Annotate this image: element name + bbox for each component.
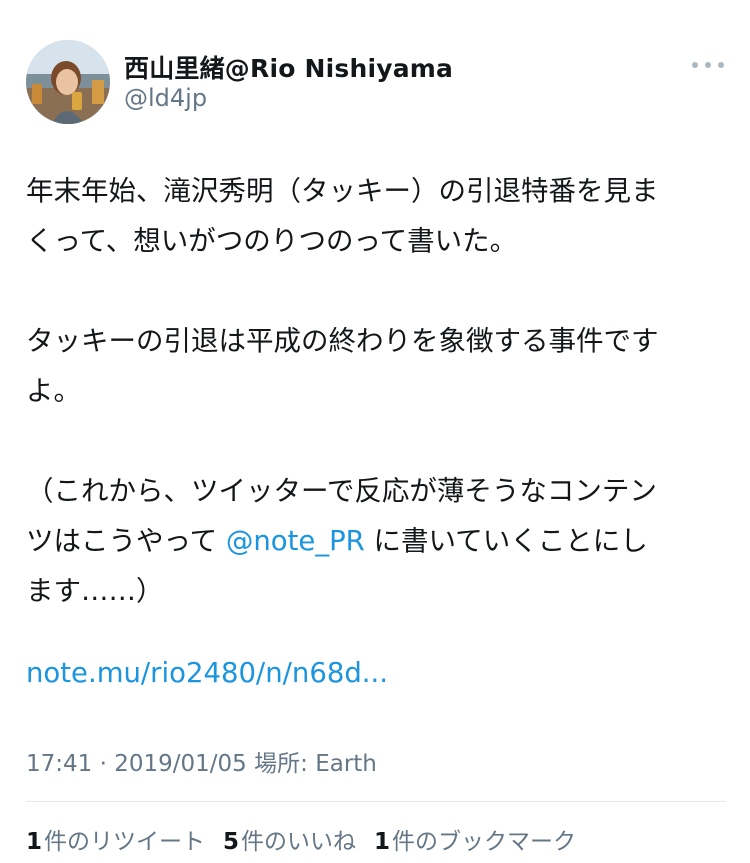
avatar-image: [26, 40, 110, 124]
tweet-meta: 17:41 · 2019/01/05 場所: Earth: [26, 744, 377, 778]
retweets-stat[interactable]: 1件のリツイート: [26, 822, 205, 856]
display-name[interactable]: 西山里緒@Rio Nishiyama: [124, 49, 453, 85]
tweet-line: ます……）: [26, 575, 164, 607]
user-handle[interactable]: @ld4jp: [124, 84, 207, 112]
tweet-link-line: note.mu/rio2480/n/n68d...: [26, 648, 388, 698]
tweet-line: タッキーの引退は平成の終わりを象徴する事件です: [26, 325, 659, 357]
more-dot: [718, 62, 724, 68]
meta-separator: ·: [92, 751, 115, 777]
retweets-label: 件のリツイート: [44, 829, 206, 855]
more-horizontal-icon[interactable]: [692, 58, 724, 72]
bookmarks-label: 件のブックマーク: [392, 829, 577, 855]
likes-label: 件のいいね: [241, 829, 357, 855]
tweet-detail: 西山里緒@Rio Nishiyama @ld4jp 年末年始、滝沢秀明（タッキー…: [0, 0, 750, 863]
tweet-time: 17:41: [26, 751, 93, 777]
tweet-text: 年末年始、滝沢秀明（タッキー）の引退特番を見ま くって、想いがつのりつのって書い…: [26, 166, 726, 616]
tweet-line: よ。: [26, 375, 81, 407]
tweet-text-fragment: ツはこうやって: [26, 525, 226, 557]
tweet-line: 年末年始、滝沢秀明（タッキー）の引退特番を見ま: [26, 175, 659, 207]
tweet-text-fragment: に書いていくことにし: [364, 525, 648, 557]
tweet-date: 2019/01/05: [114, 751, 247, 777]
tweet-location[interactable]: Earth: [315, 751, 377, 777]
url-link[interactable]: note.mu/rio2480/n/n68d...: [26, 657, 388, 689]
bookmarks-count: 1: [374, 829, 391, 855]
location-label: 場所:: [246, 751, 316, 777]
more-dot: [705, 62, 711, 68]
avatar[interactable]: [26, 40, 110, 124]
tweet-line: くって、想いがつのりつのって書いた。: [26, 225, 518, 257]
mention-link[interactable]: @note_PR: [226, 525, 365, 557]
tweet-stats: 1件のリツイート 5件のいいね 1件のブックマーク: [26, 822, 576, 856]
divider: [26, 801, 726, 802]
likes-stat[interactable]: 5件のいいね: [223, 822, 356, 856]
bookmarks-stat[interactable]: 1件のブックマーク: [374, 822, 576, 856]
tweet-line: （これから、ツイッターで反応が薄そうなコンテン: [26, 475, 657, 507]
more-dot: [692, 62, 698, 68]
likes-count: 5: [223, 829, 240, 855]
retweets-count: 1: [26, 829, 43, 855]
tweet-line: ツはこうやって @note_PR に書いていくことにし: [26, 516, 726, 566]
